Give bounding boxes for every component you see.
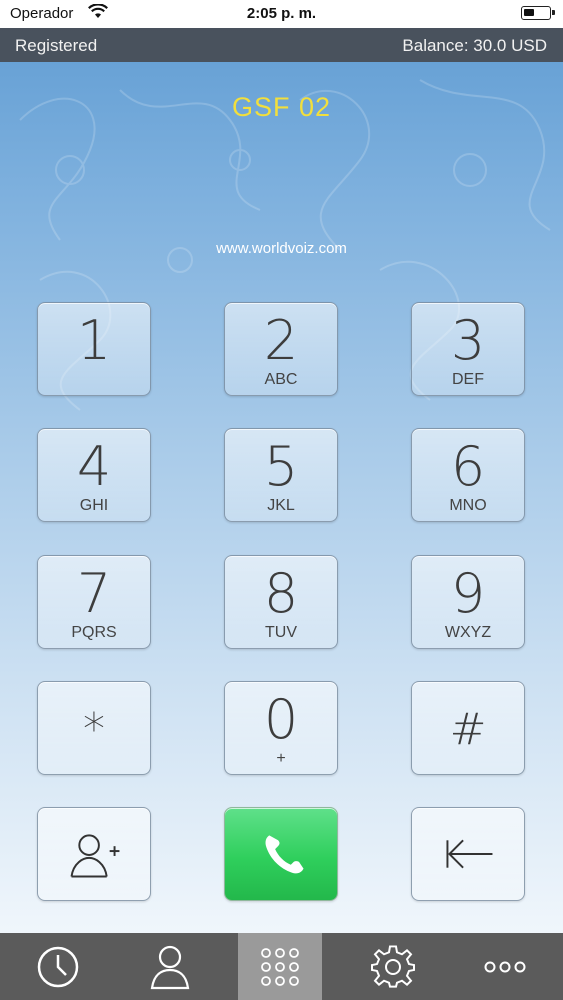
key-digit: 6 — [450, 435, 486, 498]
key-digit: 7 — [76, 562, 112, 625]
key-0[interactable]: 0 + — [224, 681, 338, 775]
call-button[interactable] — [224, 807, 338, 901]
bottom-tab-bar — [0, 933, 563, 1000]
key-digit: 1 — [76, 309, 112, 372]
key-letters: + — [276, 750, 286, 767]
account-balance: Balance: 30.0 USD — [402, 36, 547, 55]
key-star[interactable]: * — [37, 681, 151, 775]
key-3[interactable]: 3 DEF — [411, 302, 525, 396]
backspace-icon — [446, 839, 493, 869]
add-contact-button[interactable] — [37, 807, 151, 901]
gear-icon — [371, 944, 415, 988]
keypad-icon — [261, 947, 299, 986]
key-9[interactable]: 9 WXYZ — [411, 555, 525, 649]
clock-icon — [37, 946, 79, 987]
key-letters: TUV — [265, 624, 297, 641]
dialer-screen: Operador 2:05 p. m. Registered Balance: … — [0, 0, 563, 1000]
tab-keypad[interactable] — [238, 933, 322, 1000]
key-letters: MNO — [449, 497, 487, 514]
key-4[interactable]: 4 GHI — [37, 428, 151, 522]
key-digit: * — [83, 704, 105, 755]
key-6[interactable]: 6 MNO — [411, 428, 525, 522]
key-letters: ABC — [264, 371, 298, 388]
battery-icon — [521, 6, 555, 20]
tab-more[interactable] — [463, 933, 547, 1000]
key-digit: 8 — [263, 562, 299, 625]
key-letters: JKL — [267, 497, 295, 514]
key-8[interactable]: 8 TUV — [224, 555, 338, 649]
dialed-number-display: GSF 02 — [231, 92, 332, 122]
key-hash[interactable]: # — [411, 681, 525, 775]
registration-status: Registered — [15, 36, 98, 55]
status-bar: Operador 2:05 p. m. — [0, 0, 563, 28]
key-1[interactable]: 1 — [37, 302, 151, 396]
more-icon — [484, 961, 526, 972]
key-digit: 9 — [450, 562, 486, 625]
key-2[interactable]: 2 ABC — [224, 302, 338, 396]
key-digit: 5 — [263, 435, 299, 498]
tab-contacts[interactable] — [128, 933, 212, 1000]
phone-icon — [265, 835, 304, 874]
person-icon — [150, 945, 190, 989]
key-digit: 3 — [450, 309, 486, 372]
key-letters: DEF — [452, 371, 484, 388]
account-info-bar: Registered Balance: 30.0 USD — [0, 28, 563, 62]
key-letters: WXYZ — [444, 624, 492, 641]
backspace-button[interactable] — [411, 807, 525, 901]
provider-website: www.worldvoiz.com — [216, 240, 347, 257]
key-7[interactable]: 7 PQRS — [37, 555, 151, 649]
add-contact-icon — [70, 834, 120, 878]
key-digit: 2 — [263, 309, 299, 372]
key-letters: PQRS — [71, 624, 117, 641]
key-5[interactable]: 5 JKL — [224, 428, 338, 522]
key-digit: # — [449, 704, 487, 755]
key-digit: 0 — [263, 688, 299, 751]
clock-time: 2:05 p. m. — [246, 5, 317, 22]
tab-recents[interactable] — [16, 933, 100, 1000]
key-letters: GHI — [79, 497, 109, 514]
key-digit: 4 — [76, 435, 112, 498]
tab-settings[interactable] — [351, 933, 435, 1000]
